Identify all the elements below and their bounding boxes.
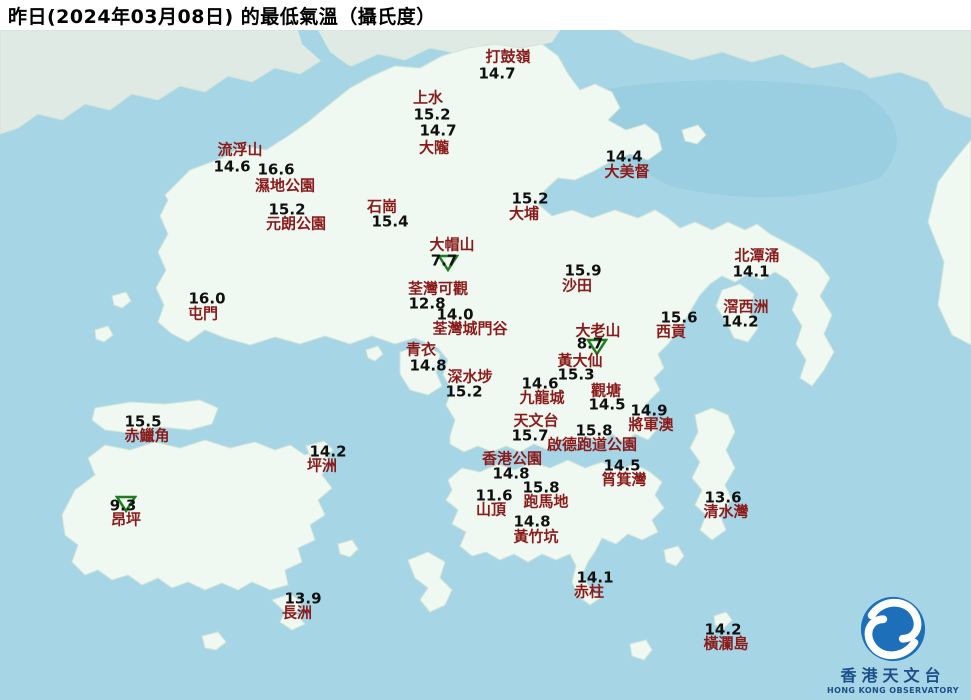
station-temp: 15.3 <box>557 365 595 384</box>
hko-logo: 香港天文台 HONG KONG OBSERVATORY <box>823 594 963 696</box>
station-name: 屯門 <box>187 304 219 323</box>
station-name: 黃大仙 <box>557 351 603 370</box>
station-name: 青衣 <box>405 340 437 359</box>
station-name: 昂坪 <box>110 510 142 529</box>
station-temp: 15.7 <box>511 426 549 445</box>
station-name: 流浮山 <box>217 140 263 159</box>
station-name: 濕地公園 <box>254 176 316 195</box>
station-name: 將軍澳 <box>628 415 674 434</box>
hko-logo-name-zh: 香港天文台 <box>840 666 946 686</box>
station-name: 荃灣可觀 <box>407 279 469 298</box>
min-temperature-map-screen: 昨日(2024年03月08日) 的最低氣溫（攝氏度） 14.7 打鼓嶺 15.2 上水… <box>0 0 971 700</box>
station-name: 西貢 <box>655 322 687 341</box>
station-temp: 14.1 <box>732 262 770 281</box>
station-name: 大老山 <box>575 321 621 340</box>
station-name: 筲箕灣 <box>601 470 647 489</box>
station-name: 九龍城 <box>519 388 565 407</box>
station-temp: 14.8 <box>409 356 447 375</box>
station-name: 山頂 <box>475 500 507 519</box>
station-temp: 16.6 <box>257 160 295 179</box>
station-temp: 14.5 <box>588 395 626 414</box>
station-name: 香港公園 <box>481 449 543 468</box>
station-name: 黃竹坑 <box>513 527 559 546</box>
station-name: 上水 <box>412 88 444 107</box>
station-temp: 15.2 <box>445 382 483 401</box>
station-name: 天文台 <box>513 411 559 430</box>
station-name: 長洲 <box>281 603 313 622</box>
station-name: 元朗公園 <box>265 214 327 233</box>
hko-logo-name-en: HONG KONG OBSERVATORY <box>827 685 959 695</box>
station-name: 坪洲 <box>306 456 338 475</box>
station-name: 赤柱 <box>573 582 605 601</box>
station-name: 沙田 <box>561 276 593 295</box>
station-temp: 7.7 <box>430 251 458 270</box>
station-name: 跑馬地 <box>523 492 569 511</box>
station-name: 打鼓嶺 <box>485 47 531 66</box>
station-name: 深水埗 <box>447 367 493 386</box>
hko-logo-icon <box>860 597 926 662</box>
station-temp: 15.4 <box>371 212 409 231</box>
station-name: 大埔 <box>508 204 540 223</box>
station-name: 大隴 <box>418 138 450 157</box>
station-name: 荃灣城門谷 <box>432 319 508 338</box>
station-temp: 14.7 <box>478 64 516 83</box>
station-name: 大美督 <box>604 162 650 181</box>
station-name: 石崗 <box>366 197 398 216</box>
station-temp: 15.2 <box>413 105 451 124</box>
station-name: 啟德跑道公園 <box>546 435 638 454</box>
station-temp: 14.6 <box>213 157 251 176</box>
station-name: 赤鱲角 <box>124 426 170 445</box>
station-name: 觀塘 <box>590 381 622 400</box>
station-temp: 14.7 <box>419 121 457 140</box>
station-temp: 14.2 <box>721 312 759 331</box>
station-name: 橫瀾島 <box>703 634 749 653</box>
station-name: 北潭涌 <box>734 246 780 265</box>
title-bar: 昨日(2024年03月08日) 的最低氣溫（攝氏度） <box>0 0 971 30</box>
station-name: 大帽山 <box>429 235 475 254</box>
page-title: 昨日(2024年03月08日) 的最低氣溫（攝氏度） <box>8 5 436 28</box>
station-name: 滘西洲 <box>723 297 769 316</box>
station-name: 清水灣 <box>703 502 749 521</box>
